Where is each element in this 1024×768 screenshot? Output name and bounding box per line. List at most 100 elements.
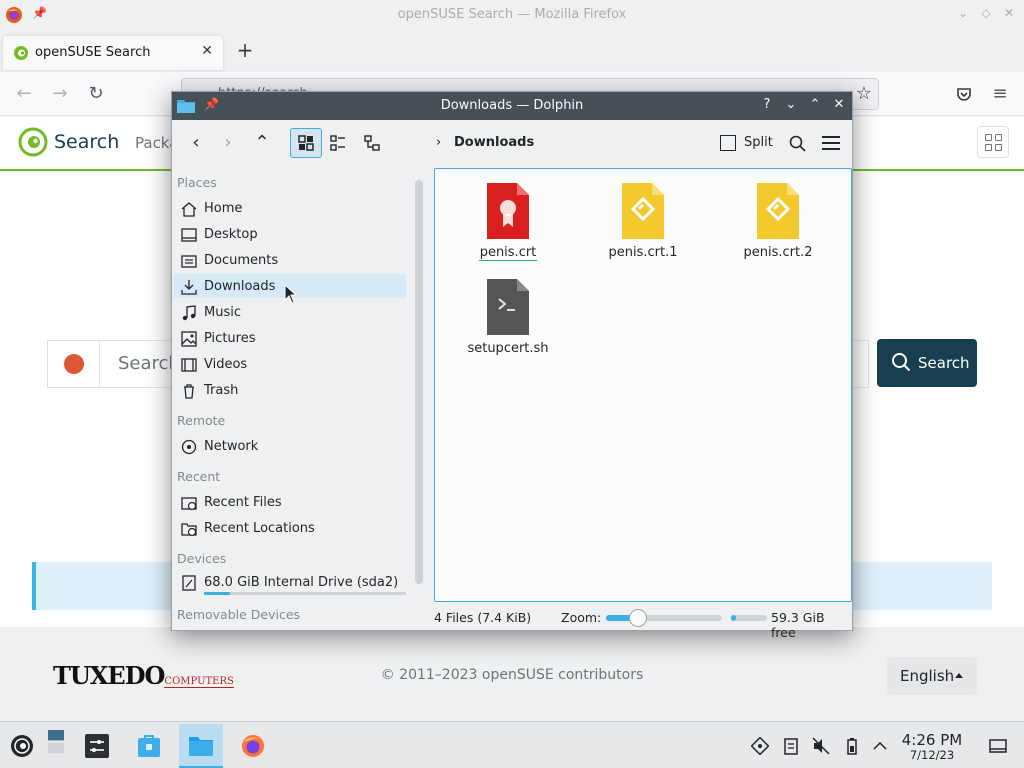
icons-view-icon (298, 135, 314, 151)
recent-header: Recent (177, 469, 221, 484)
reload-icon[interactable]: ↻ (84, 82, 108, 106)
taskbar: 4:26 PM 7/12/23 (0, 721, 1024, 768)
sidebar-item-recent-locations[interactable]: Recent Locations (174, 516, 406, 540)
firefox-icon (242, 735, 264, 757)
minimize-icon[interactable]: ⌄ (783, 97, 799, 112)
close-icon[interactable]: ✕ (1001, 6, 1017, 20)
opensuse-favicon-icon (14, 46, 28, 60)
sidebar-item-internal-drive[interactable]: 68.0 GiB Internal Drive (sda2) (174, 570, 406, 595)
sidebar-scrollbar[interactable] (415, 180, 423, 584)
sidebar-item-recent-files[interactable]: Recent Files (174, 490, 406, 514)
drive-icon (182, 575, 196, 591)
sidebar-item-documents[interactable]: Documents (174, 248, 406, 272)
ebook-file-icon (757, 183, 799, 239)
sidebar-item-home[interactable]: Home (174, 196, 406, 220)
tab-opensuse-search[interactable]: openSUSE Search ✕ (3, 36, 223, 70)
dolphin-status-bar: 4 Files (7.4 KiB) Zoom: 59.3 GiB free (172, 604, 852, 640)
new-tab-button[interactable]: + (234, 38, 256, 62)
compact-view-icon[interactable] (330, 135, 346, 151)
file-item-penis-crt-2[interactable]: penis.crt.2 (718, 181, 838, 260)
certificate-file-icon (487, 183, 529, 239)
file-item-setupcert-sh[interactable]: setupcert.sh (448, 277, 568, 356)
hamburger-menu-icon[interactable]: ≡ (988, 82, 1012, 106)
maximize-icon[interactable]: ⌃ (807, 97, 823, 112)
help-icon[interactable]: ? (759, 97, 775, 112)
kde-connect-icon[interactable] (751, 737, 769, 755)
pictures-icon (181, 331, 197, 347)
search-button[interactable]: Search (877, 339, 977, 387)
back-chevron-icon[interactable]: ‹ (182, 129, 210, 157)
file-name: setupcert.sh (467, 341, 549, 356)
desktop-icon (181, 228, 197, 242)
volume-muted-icon[interactable] (812, 737, 830, 755)
recent-locations-icon (181, 523, 197, 537)
pager-button[interactable] (36, 724, 76, 768)
disk-space-fill (731, 615, 736, 621)
grid-square-icon (995, 134, 1002, 141)
clock-time[interactable]: 4:26 PM (896, 731, 968, 749)
tray-expand-chevron-icon[interactable] (871, 737, 889, 755)
battery-icon[interactable] (843, 737, 861, 755)
duckduckgo-engine-selector[interactable] (48, 341, 100, 387)
sidebar-item-videos[interactable]: Videos (174, 352, 406, 376)
firefox-titlebar: 📌 openSUSE Search — Mozilla Firefox ⌄ ◇ … (0, 0, 1024, 30)
site-footer: TUXEDOCOMPUTERS © 2011–2023 openSUSE con… (0, 627, 1024, 721)
grid-square-icon (995, 144, 1002, 151)
dolphin-task[interactable] (179, 724, 223, 768)
apps-grid-button[interactable] (977, 126, 1009, 158)
opensuse-launcher-icon (11, 735, 33, 757)
zoom-handle[interactable] (629, 609, 648, 627)
system-settings-task[interactable] (75, 724, 119, 768)
site-title[interactable]: Search (54, 131, 119, 153)
drive-usage-bar (204, 592, 406, 595)
search-icon[interactable] (789, 135, 806, 152)
copyright-text: © 2011–2023 openSUSE contributors (380, 667, 644, 683)
file-item-penis-crt[interactable]: penis.crt (448, 181, 568, 261)
file-name: penis.crt.1 (608, 245, 678, 260)
sidebar-item-trash[interactable]: Trash (174, 378, 406, 402)
show-desktop-icon[interactable] (989, 737, 1007, 755)
duckduckgo-icon (64, 354, 84, 374)
clipboard-icon[interactable] (782, 737, 800, 755)
disk-space-bar (731, 615, 767, 621)
zoom-label: Zoom: (561, 610, 602, 625)
sidebar-item-desktop[interactable]: Desktop (174, 222, 406, 246)
documents-icon (181, 255, 197, 268)
pocket-icon[interactable] (956, 86, 972, 102)
places-panel: Places Home Desktop Documents Downloads … (172, 166, 410, 622)
hamburger-menu-icon[interactable] (822, 136, 840, 150)
file-item-penis-crt-1[interactable]: penis.crt.1 (583, 181, 703, 260)
forward-arrow-icon[interactable]: → (48, 82, 72, 106)
discover-task[interactable] (127, 724, 171, 768)
back-arrow-icon[interactable]: ← (12, 82, 36, 106)
dolphin-titlebar: 📌 Downloads — Dolphin ? ⌄ ⌃ ✕ (172, 92, 852, 120)
opensuse-logo-icon[interactable] (18, 127, 48, 157)
close-icon[interactable]: ✕ (831, 97, 847, 112)
language-select[interactable]: English (887, 657, 977, 695)
ebook-file-icon (622, 183, 664, 239)
bookmark-star-icon[interactable]: ☆ (856, 83, 872, 104)
firefox-task[interactable] (231, 724, 275, 768)
breadcrumb-downloads[interactable]: Downloads (454, 135, 534, 150)
sidebar-item-pictures[interactable]: Pictures (174, 326, 406, 350)
firefox-tab-bar: openSUSE Search ✕ + (0, 30, 1024, 72)
zoom-slider[interactable] (606, 609, 722, 627)
icons-view-button[interactable] (290, 128, 322, 158)
file-view[interactable]: penis.crt penis.crt.1 penis.crt.2 setupc… (434, 168, 852, 602)
virtual-desktop-pager-icon (48, 730, 64, 754)
grid-square-icon (985, 144, 992, 151)
tab-close-icon[interactable]: ✕ (201, 43, 213, 59)
tree-view-icon[interactable] (364, 135, 380, 151)
tab-label: openSUSE Search (35, 45, 151, 60)
free-space-text: 59.3 GiB free (771, 610, 825, 640)
minimize-icon[interactable]: ⌄ (955, 6, 971, 20)
caret-up-icon (955, 673, 963, 678)
drive-usage-fill (204, 592, 231, 595)
clock-date[interactable]: 7/12/23 (896, 748, 968, 762)
dolphin-window: 📌 Downloads — Dolphin ? ⌄ ⌃ ✕ ‹ › ⌃ › Do… (171, 91, 853, 640)
forward-chevron-icon[interactable]: › (214, 129, 242, 157)
sidebar-item-network[interactable]: Network (174, 434, 406, 458)
split-label: Split (744, 135, 773, 150)
maximize-icon[interactable]: ◇ (978, 6, 994, 20)
up-chevron-icon[interactable]: ⌃ (248, 129, 276, 157)
